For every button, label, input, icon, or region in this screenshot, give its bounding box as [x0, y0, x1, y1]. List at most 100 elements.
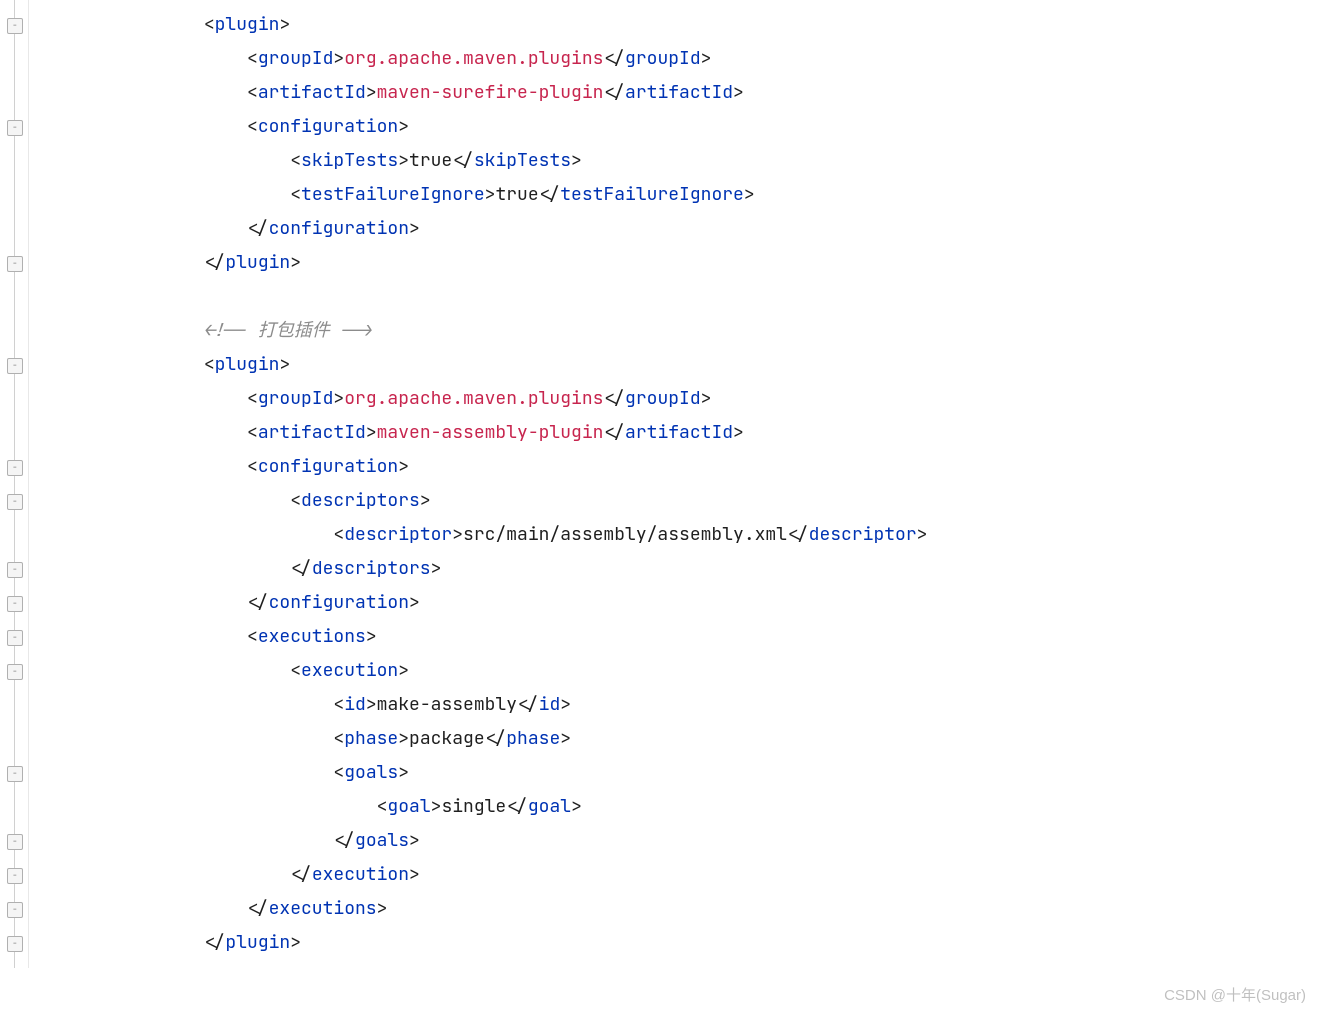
token-punct: > [290, 931, 301, 954]
fold-toggle-icon[interactable]: − [7, 120, 23, 136]
token-punct: > [452, 523, 463, 546]
token-val: org.apache.maven.plugins [344, 47, 603, 70]
token-tag: goal [528, 795, 571, 818]
token-punct: > [366, 693, 377, 716]
token-tag: descriptors [312, 557, 431, 580]
code-line[interactable]: <artifactId>maven-surefire-plugin</artif… [31, 76, 927, 110]
token-punct: > [333, 387, 344, 410]
token-tag: skipTests [474, 149, 571, 172]
token-punct: > [279, 13, 290, 36]
code-line[interactable]: <groupId>org.apache.maven.plugins</group… [31, 382, 927, 416]
token-punct: < [377, 795, 388, 818]
token-punct: > [398, 659, 409, 682]
code-line[interactable]: <configuration> [31, 110, 927, 144]
code-line[interactable]: <descriptors> [31, 484, 927, 518]
token-tag: descriptors [301, 489, 420, 512]
token-text: make-assembly [377, 693, 517, 716]
watermark-text: CSDN @十年(Sugar) [1164, 984, 1306, 1005]
token-text: true [495, 183, 538, 206]
fold-toggle-icon[interactable]: − [7, 256, 23, 272]
code-line[interactable]: <testFailureIgnore>true</testFailureIgno… [31, 178, 927, 212]
code-line[interactable]: <executions> [31, 620, 927, 654]
fold-toggle-icon[interactable]: − [7, 494, 23, 510]
code-line[interactable]: </configuration> [31, 212, 927, 246]
code-line[interactable]: <descriptor>src/main/assembly/assembly.x… [31, 518, 927, 552]
token-punct: </ [603, 81, 625, 104]
code-line[interactable] [31, 280, 927, 314]
code-line[interactable]: <!-- 打包插件 --> [31, 314, 927, 348]
code-line[interactable]: <id>make-assembly</id> [31, 688, 927, 722]
fold-toggle-icon[interactable]: − [7, 18, 23, 34]
fold-toggle-icon[interactable]: − [7, 834, 23, 850]
code-line[interactable]: </plugin> [31, 926, 927, 960]
token-punct: </ [603, 421, 625, 444]
token-text: true [409, 149, 452, 172]
fold-toggle-icon[interactable]: − [7, 902, 23, 918]
token-punct: > [333, 47, 344, 70]
code-line[interactable]: <plugin> [31, 348, 927, 382]
token-punct: < [333, 727, 344, 750]
fold-toggle-icon[interactable]: − [7, 664, 23, 680]
token-punct: </ [517, 693, 539, 716]
token-punct: </ [247, 897, 269, 920]
token-punct: < [247, 387, 258, 410]
fold-toggle-icon[interactable]: − [7, 868, 23, 884]
token-punct: > [560, 727, 571, 750]
code-line[interactable]: </executions> [31, 892, 927, 926]
token-punct: </ [603, 47, 625, 70]
code-line[interactable]: <goal>single</goal> [31, 790, 927, 824]
token-val: org.apache.maven.plugins [344, 387, 603, 410]
code-line[interactable]: </plugin> [31, 246, 927, 280]
token-punct: </ [485, 727, 507, 750]
token-punct: > [366, 421, 377, 444]
fold-toggle-icon[interactable]: − [7, 936, 23, 952]
token-punct: </ [452, 149, 474, 172]
code-line[interactable]: <phase>package</phase> [31, 722, 927, 756]
token-punct: > [571, 795, 582, 818]
token-tag: goals [344, 761, 398, 784]
code-line[interactable]: <skipTests>true</skipTests> [31, 144, 927, 178]
token-tag: artifactId [258, 421, 366, 444]
code-editor-content[interactable]: <plugin> <groupId>org.apache.maven.plugi… [29, 0, 927, 968]
code-line[interactable]: </descriptors> [31, 552, 927, 586]
token-punct: < [290, 489, 301, 512]
code-line[interactable]: </configuration> [31, 586, 927, 620]
code-line[interactable]: <plugin> [31, 8, 927, 42]
fold-toggle-icon[interactable]: − [7, 630, 23, 646]
token-val: maven-assembly-plugin [377, 421, 604, 444]
token-tag: descriptor [809, 523, 917, 546]
token-punct: > [377, 897, 388, 920]
token-punct: > [290, 251, 301, 274]
fold-toggle-icon[interactable]: − [7, 766, 23, 782]
code-line[interactable]: </goals> [31, 824, 927, 858]
token-punct: > [560, 693, 571, 716]
token-tag: plugin [215, 13, 280, 36]
token-punct: < [204, 353, 215, 376]
code-line[interactable]: <artifactId>maven-assembly-plugin</artif… [31, 416, 927, 450]
token-tag: configuration [258, 115, 398, 138]
fold-toggle-icon[interactable]: − [7, 596, 23, 612]
token-tag: phase [344, 727, 398, 750]
code-line[interactable]: </execution> [31, 858, 927, 892]
token-punct: > [398, 761, 409, 784]
fold-toggle-icon[interactable]: − [7, 562, 23, 578]
token-punct: > [733, 81, 744, 104]
token-punct: < [290, 659, 301, 682]
token-tag: artifactId [258, 81, 366, 104]
token-tag: artifactId [625, 81, 733, 104]
token-punct: < [247, 421, 258, 444]
token-punct: > [409, 863, 420, 886]
fold-toggle-icon[interactable]: − [7, 460, 23, 476]
code-line[interactable]: <goals> [31, 756, 927, 790]
token-punct: </ [603, 387, 625, 410]
code-line[interactable]: <execution> [31, 654, 927, 688]
fold-toggle-icon[interactable]: − [7, 358, 23, 374]
code-line[interactable]: <groupId>org.apache.maven.plugins</group… [31, 42, 927, 76]
token-tag: plugin [225, 931, 290, 954]
code-line[interactable]: <configuration> [31, 450, 927, 484]
token-tag: plugin [225, 251, 290, 274]
token-punct: > [366, 81, 377, 104]
token-tag: phase [506, 727, 560, 750]
token-tag: executions [269, 897, 377, 920]
token-punct: < [333, 523, 344, 546]
